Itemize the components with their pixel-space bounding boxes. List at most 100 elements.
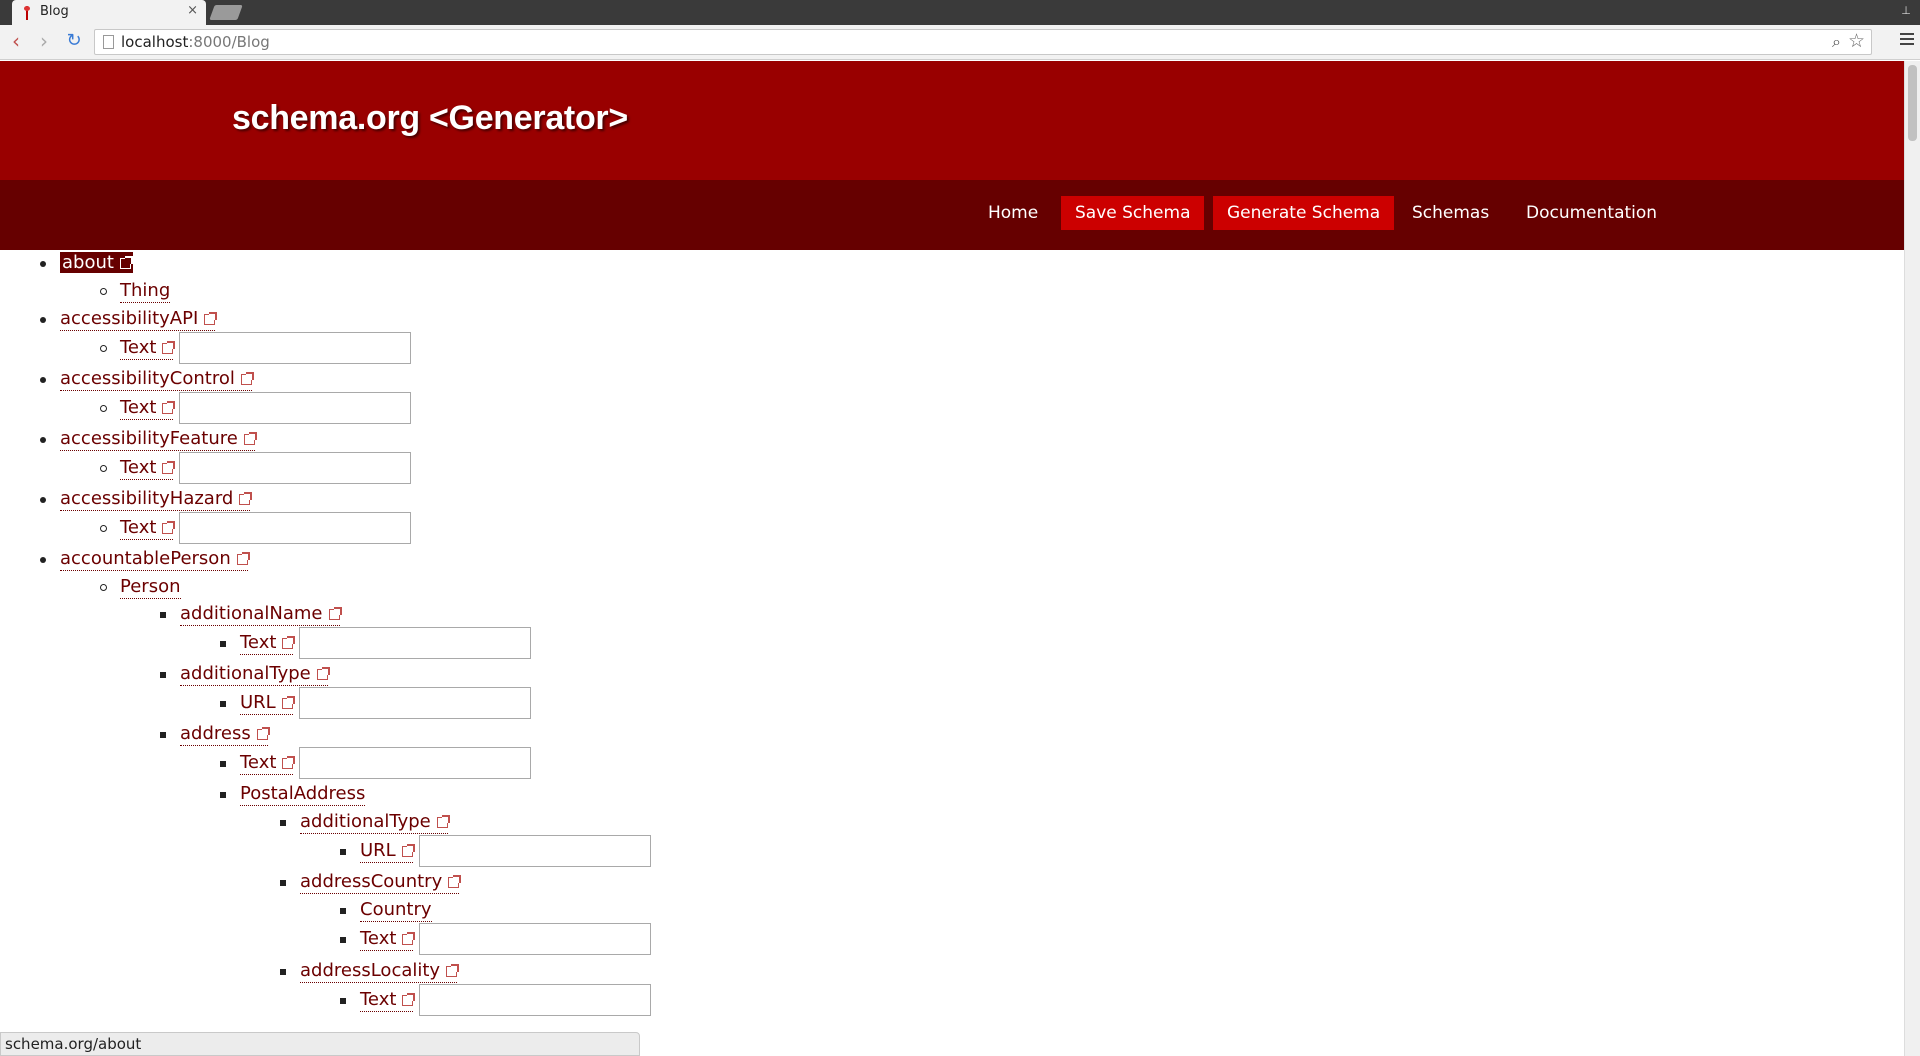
schema-link[interactable]: additionalType [180, 663, 330, 686]
schema-link[interactable]: Country [360, 899, 432, 922]
schema-link-label: additionalType [300, 811, 431, 832]
schema-value-input[interactable] [419, 984, 652, 1016]
nav-home[interactable]: Home [974, 196, 1052, 230]
page-scrollbar[interactable] [1904, 61, 1920, 1056]
schema-link[interactable]: Text [120, 457, 176, 480]
scrollbar-thumb[interactable] [1908, 65, 1917, 141]
external-link-icon[interactable] [162, 341, 176, 354]
external-link-icon[interactable] [281, 696, 295, 709]
status-bar-url: schema.org/about [0, 1032, 640, 1056]
schema-value-input[interactable] [179, 332, 412, 364]
schema-link[interactable]: Person [120, 576, 181, 599]
schema-link[interactable]: Text [120, 337, 176, 360]
list-bullet-icon [220, 761, 226, 767]
tree-type-item: URL [220, 690, 295, 716]
reload-button[interactable]: ↻ [62, 29, 86, 53]
schema-link[interactable]: accessibilityAPI [60, 308, 218, 331]
nav-schemas[interactable]: Schemas [1398, 196, 1503, 230]
schema-link[interactable]: address [180, 723, 270, 746]
address-bar[interactable]: localhost:8000/Blog ⌕ ☆ [94, 29, 1872, 55]
schema-value-input[interactable] [299, 747, 532, 779]
schema-link[interactable]: Text [120, 517, 176, 540]
external-link-icon[interactable] [436, 815, 450, 828]
schema-link[interactable]: URL [240, 692, 295, 715]
tree-type-item: addressLocality [280, 958, 460, 984]
external-link-icon[interactable] [243, 432, 257, 445]
schema-link[interactable]: about [60, 252, 133, 273]
external-link-icon[interactable] [448, 875, 462, 888]
schema-link[interactable]: addressLocality [300, 960, 460, 983]
forward-button[interactable]: › [32, 29, 56, 53]
schema-link[interactable]: additionalName [180, 603, 342, 626]
schema-link-label: addressLocality [300, 960, 441, 981]
schema-link[interactable]: Text [240, 632, 296, 655]
schema-value-input[interactable] [179, 512, 412, 544]
zoom-icon[interactable]: ⌕ [1832, 32, 1841, 52]
list-bullet-icon [220, 792, 226, 798]
external-link-icon[interactable] [119, 256, 133, 269]
external-link-icon[interactable] [446, 964, 460, 977]
browser-tab[interactable]: Blog × [12, 0, 206, 25]
tree-property-item: accessibilityHazard [40, 486, 253, 512]
schema-link[interactable]: accessibilityHazard [60, 488, 253, 511]
page-icon [103, 35, 114, 49]
schema-link-label: addressCountry [300, 871, 443, 892]
external-link-icon[interactable] [401, 844, 415, 857]
tree-type-item: URL [340, 838, 415, 864]
list-bullet-icon [160, 672, 166, 678]
list-bullet-icon [40, 557, 46, 563]
schema-link[interactable]: accountablePerson [60, 548, 250, 571]
tree-type-item: additionalType [160, 661, 330, 687]
url-host: localhost [121, 33, 189, 51]
external-link-icon[interactable] [162, 461, 176, 474]
external-link-icon[interactable] [282, 756, 296, 769]
browser-menu-icon[interactable] [1900, 33, 1914, 47]
list-bullet-icon [40, 497, 46, 503]
nav-save-schema[interactable]: Save Schema [1061, 196, 1205, 230]
schema-link[interactable]: PostalAddress [240, 783, 366, 806]
external-link-icon[interactable] [236, 552, 250, 565]
schema-link[interactable]: Text [360, 928, 416, 951]
schema-link[interactable]: URL [360, 840, 415, 863]
schema-value-input[interactable] [299, 627, 532, 659]
bookmark-star-icon[interactable]: ☆ [1848, 30, 1865, 52]
back-button[interactable]: ‹ [4, 29, 28, 53]
list-bullet-icon [280, 880, 286, 886]
schema-link[interactable]: Text [120, 397, 176, 420]
schema-link[interactable]: addressCountry [300, 871, 462, 894]
schema-value-input[interactable] [418, 835, 651, 867]
schema-link-label: about [62, 252, 114, 273]
schema-value-input[interactable] [179, 392, 412, 424]
external-link-icon[interactable] [204, 312, 218, 325]
external-link-icon[interactable] [402, 932, 416, 945]
external-link-icon[interactable] [256, 727, 270, 740]
schema-link[interactable]: Text [360, 989, 416, 1012]
external-link-icon[interactable] [240, 372, 254, 385]
favicon-icon [24, 6, 30, 20]
new-tab-button[interactable] [209, 5, 243, 20]
schema-value-input[interactable] [419, 923, 652, 955]
external-link-icon[interactable] [402, 993, 416, 1006]
list-bullet-icon [280, 820, 286, 826]
schema-link[interactable]: accessibilityControl [60, 368, 254, 391]
schema-link[interactable]: accessibilityFeature [60, 428, 257, 451]
schema-value-input[interactable] [179, 452, 412, 484]
external-link-icon[interactable] [316, 667, 330, 680]
schema-link-label: Text [240, 632, 277, 653]
external-link-icon[interactable] [282, 636, 296, 649]
user-profile-icon[interactable]: ⊥ [1898, 4, 1914, 20]
nav-documentation[interactable]: Documentation [1512, 196, 1671, 230]
external-link-icon[interactable] [162, 401, 176, 414]
schema-link-label: Text [360, 989, 397, 1010]
tab-close-icon[interactable]: × [187, 3, 198, 18]
external-link-icon[interactable] [162, 521, 176, 534]
schema-value-input[interactable] [298, 687, 531, 719]
external-link-icon[interactable] [239, 492, 253, 505]
nav-generate-schema[interactable]: Generate Schema [1213, 196, 1395, 230]
list-bullet-icon [100, 465, 107, 472]
schema-link-label: Text [360, 928, 397, 949]
schema-link[interactable]: additionalType [300, 811, 450, 834]
external-link-icon[interactable] [328, 607, 342, 620]
schema-link[interactable]: Text [240, 752, 296, 775]
schema-link[interactable]: Thing [120, 280, 171, 303]
